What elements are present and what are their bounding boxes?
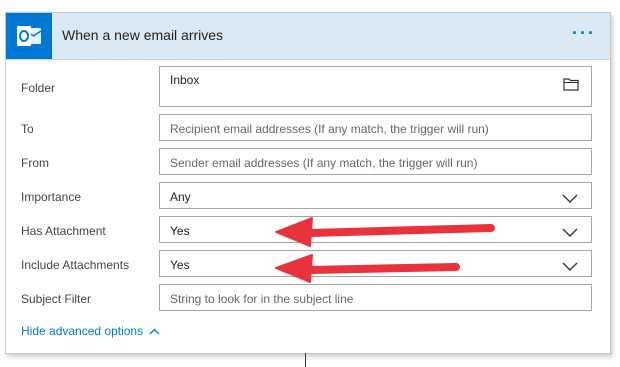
to-placeholder: Recipient email addresses (If any match,… (170, 122, 489, 136)
include-attachments-value: Yes (170, 258, 190, 272)
chevron-down-icon[interactable] (562, 226, 578, 240)
folder-field[interactable]: Inbox (159, 66, 592, 107)
chevron-down-icon[interactable] (562, 260, 578, 274)
importance-label: Importance (21, 190, 82, 204)
annotation-arrow (275, 217, 495, 247)
from-label: From (21, 156, 49, 170)
from-field[interactable]: Sender email addresses (If any match, th… (159, 148, 592, 175)
chevron-up-icon (149, 328, 160, 335)
has-attachment-label: Has Attachment (21, 224, 106, 238)
has-attachment-value: Yes (170, 224, 190, 238)
importance-value: Any (170, 190, 191, 204)
folder-label: Folder (21, 81, 56, 95)
folder-value: Inbox (170, 73, 200, 87)
flow-connector (305, 353, 306, 367)
more-options-icon[interactable]: ··· (572, 24, 596, 42)
to-label: To (21, 122, 34, 136)
folder-icon[interactable] (563, 77, 579, 94)
importance-dropdown[interactable]: Any (159, 182, 592, 209)
annotation-arrow (275, 254, 460, 283)
include-attachments-label: Include Attachments (21, 258, 130, 272)
chevron-down-icon[interactable] (562, 192, 578, 206)
outlook-icon (6, 13, 52, 59)
subject-filter-label: Subject Filter (21, 292, 92, 306)
subject-filter-field[interactable]: String to look for in the subject line (159, 284, 592, 311)
hide-advanced-label: Hide advanced options (21, 324, 144, 338)
from-placeholder: Sender email addresses (If any match, th… (170, 156, 478, 170)
card-title: When a new email arrives (62, 27, 224, 43)
card-header[interactable]: When a new email arrives ··· (6, 13, 610, 60)
trigger-card: When a new email arrives ··· Folder Inbo… (5, 12, 611, 354)
subject-filter-placeholder: String to look for in the subject line (170, 292, 354, 306)
hide-advanced-options-link[interactable]: Hide advanced options (21, 324, 160, 338)
to-field[interactable]: Recipient email addresses (If any match,… (159, 114, 592, 141)
